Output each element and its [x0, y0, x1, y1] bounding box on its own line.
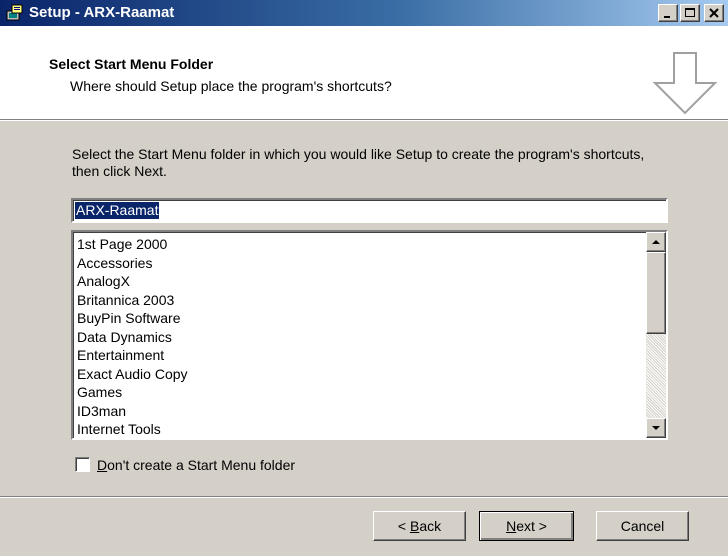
maximize-icon: [685, 8, 695, 17]
page-subtitle: Where should Setup place the program's s…: [70, 78, 392, 94]
scroll-down-icon: [652, 426, 660, 430]
checkbox-label-text: on't create a Start Menu folder: [107, 457, 296, 473]
window-title: Setup - ARX-Raamat: [29, 4, 175, 21]
list-item[interactable]: AnalogX: [77, 272, 188, 291]
list-item[interactable]: BuyPin Software: [77, 309, 188, 328]
back-prefix: <: [397, 518, 410, 534]
list-item[interactable]: Entertainment: [77, 346, 188, 365]
back-button[interactable]: < Back: [373, 511, 466, 541]
checkbox-label[interactable]: Don't create a Start Menu folder: [97, 456, 295, 474]
minimize-button[interactable]: [658, 4, 678, 22]
next-button[interactable]: Next >: [479, 511, 574, 541]
back-label: ack: [419, 518, 442, 534]
back-mnemonic: B: [409, 518, 420, 534]
page-title: Select Start Menu Folder: [49, 56, 214, 72]
cancel-label: Cancel: [620, 518, 665, 534]
vertical-scrollbar[interactable]: [646, 232, 666, 438]
footer-separator-highlight: [0, 497, 728, 498]
checkbox-mnemonic: D: [97, 457, 108, 473]
folder-name-value: ARX-Raamat: [75, 202, 160, 219]
list-item[interactable]: 1st Page 2000: [77, 235, 188, 254]
header-separator: [0, 120, 728, 121]
no-start-menu-folder-checkbox[interactable]: [75, 457, 90, 472]
list-item[interactable]: Accessories: [77, 254, 188, 273]
close-icon: [709, 8, 719, 18]
list-item[interactable]: Exact Audio Copy: [77, 365, 188, 384]
close-button[interactable]: [704, 4, 724, 22]
list-item[interactable]: Internet Tools: [77, 420, 188, 438]
folder-name-input[interactable]: ARX-Raamat: [71, 198, 668, 223]
list-item[interactable]: ID3man: [77, 402, 188, 421]
minimize-icon: [664, 16, 670, 18]
next-mnemonic: N: [506, 518, 517, 534]
scroll-down-button[interactable]: [646, 418, 666, 438]
scroll-up-icon: [652, 240, 660, 244]
title-bar[interactable]: Setup - ARX-Raamat: [0, 0, 728, 26]
cancel-button[interactable]: Cancel: [596, 511, 689, 541]
down-arrow-icon: [652, 52, 718, 115]
next-label: ext >: [516, 518, 547, 534]
list-item[interactable]: Games: [77, 383, 188, 402]
scroll-up-button[interactable]: [646, 232, 666, 252]
folder-list[interactable]: 1st Page 2000 Accessories AnalogX Britan…: [71, 230, 668, 440]
setup-app-icon[interactable]: [6, 4, 24, 22]
wizard-header: Select Start Menu Folder Where should Se…: [0, 26, 728, 120]
list-item[interactable]: Britannica 2003: [77, 291, 188, 310]
maximize-button[interactable]: [680, 4, 700, 22]
list-item[interactable]: Data Dynamics: [77, 328, 188, 347]
instruction-text: Select the Start Menu folder in which yo…: [72, 146, 645, 179]
scroll-thumb[interactable]: [646, 252, 666, 334]
